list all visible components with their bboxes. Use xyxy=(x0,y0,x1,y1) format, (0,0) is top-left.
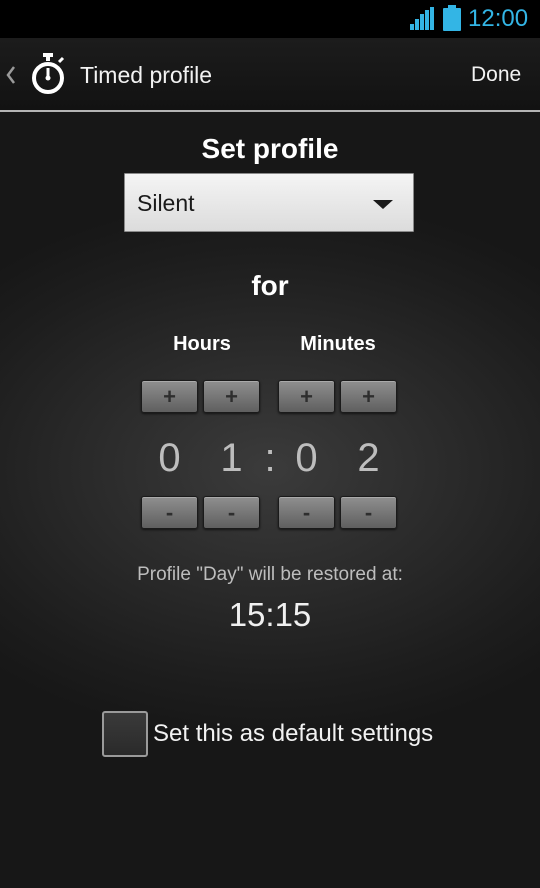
time-separator: : xyxy=(264,436,276,480)
signal-icon xyxy=(410,7,434,30)
hours-tens-increment-button[interactable]: + xyxy=(141,380,198,413)
profile-dropdown[interactable]: Silent xyxy=(124,173,414,232)
stopwatch-icon[interactable] xyxy=(28,53,68,95)
minutes-tens-decrement-button[interactable]: - xyxy=(278,496,335,529)
minutes-tens-increment-button[interactable]: + xyxy=(278,380,335,413)
hours-ones-decrement-button[interactable]: - xyxy=(203,496,260,529)
chevron-left-icon[interactable] xyxy=(5,64,17,86)
hours-ones-digit: 1 xyxy=(220,436,243,480)
default-settings-checkbox[interactable] xyxy=(102,711,148,757)
minutes-ones-increment-button[interactable]: + xyxy=(340,380,397,413)
for-label: for xyxy=(251,270,289,301)
hours-tens-digit: 0 xyxy=(158,436,181,480)
status-clock: 12:00 xyxy=(468,5,529,32)
minutes-label: Minutes xyxy=(300,333,376,355)
dropdown-arrow-icon xyxy=(373,200,393,209)
minutes-ones-decrement-button[interactable]: - xyxy=(340,496,397,529)
status-bar: 12:00 xyxy=(0,0,540,38)
profile-dropdown-value: Silent xyxy=(137,190,195,216)
hours-label: Hours xyxy=(173,333,231,355)
minutes-ones-digit: 2 xyxy=(357,436,380,480)
hours-tens-decrement-button[interactable]: - xyxy=(141,496,198,529)
default-settings-label[interactable]: Set this as default settings xyxy=(153,720,433,748)
page-title: Timed profile xyxy=(80,62,213,88)
set-profile-heading: Set profile xyxy=(201,133,339,164)
battery-icon xyxy=(443,5,461,31)
minutes-tens-digit: 0 xyxy=(295,436,318,480)
hours-ones-increment-button[interactable]: + xyxy=(203,380,260,413)
done-button[interactable]: Done xyxy=(452,54,538,96)
action-bar: Timed profile Done xyxy=(0,38,540,112)
restore-time: 15:15 xyxy=(228,596,312,633)
restore-message: Profile "Day" will be restored at: xyxy=(137,564,403,585)
timed-profile-content: Set profile Silent for Hours Minutes + +… xyxy=(0,112,540,888)
